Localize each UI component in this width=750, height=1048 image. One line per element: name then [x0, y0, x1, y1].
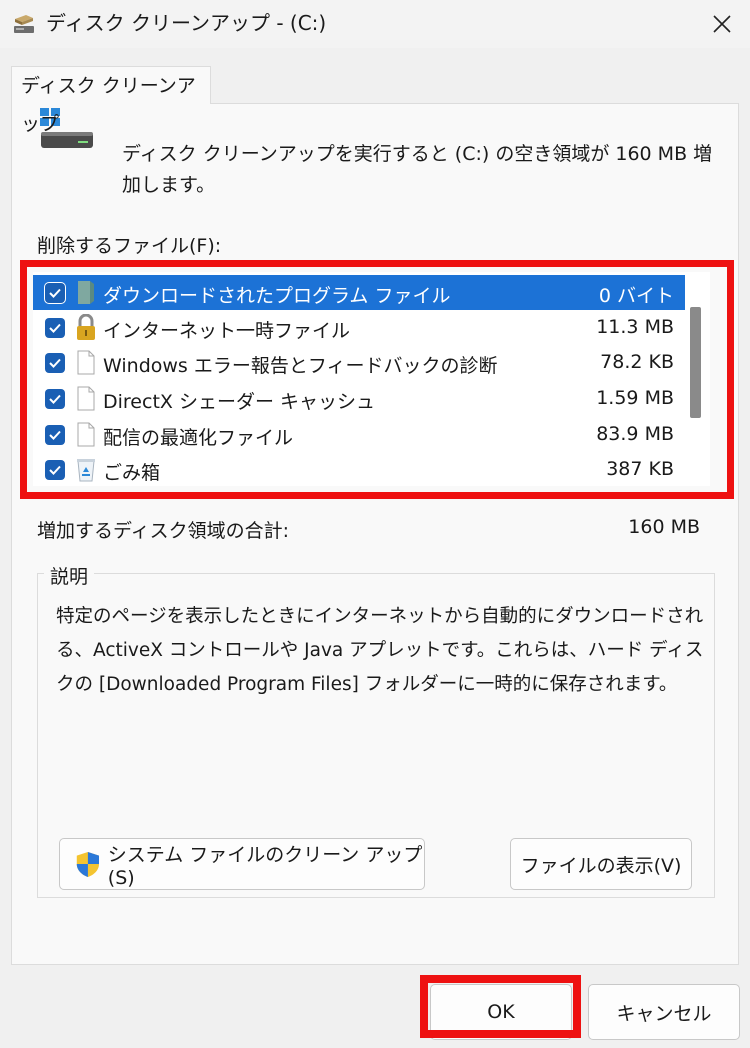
total-space-label: 増加するディスク領域の合計:: [37, 520, 290, 542]
file-list-highlight: [20, 260, 734, 499]
cancel-button[interactable]: キャンセル: [588, 984, 740, 1040]
total-space-value: 160 MB: [628, 516, 700, 538]
shield-icon: [76, 851, 100, 877]
description-text: 特定のページを表示したときにインターネットから自動的にダウンロードされる、Act…: [56, 606, 704, 695]
view-files-button[interactable]: ファイルの表示(V): [510, 838, 692, 890]
tab-disk-cleanup[interactable]: ディスク クリーンアップ: [11, 66, 211, 135]
disk-cleanup-icon: [14, 15, 34, 33]
intro-text: ディスク クリーンアップを実行すると (C:) の空き領域が 160 MB 増加…: [122, 143, 713, 196]
close-icon: [713, 15, 731, 33]
system-file-cleanup-button[interactable]: システム ファイルのクリーン アップ(S): [59, 838, 425, 890]
window-title: ディスク クリーンアップ - (C:): [46, 11, 327, 35]
ok-button-highlight: [420, 975, 581, 1038]
close-button[interactable]: [704, 6, 740, 42]
description-legend: 説明: [44, 562, 95, 589]
system-file-cleanup-label: システム ファイルのクリーン アップ(S): [107, 843, 423, 889]
title-bar: ディスク クリーンアップ - (C:): [0, 0, 750, 48]
files-to-delete-label: 削除するファイル(F):: [37, 235, 222, 257]
